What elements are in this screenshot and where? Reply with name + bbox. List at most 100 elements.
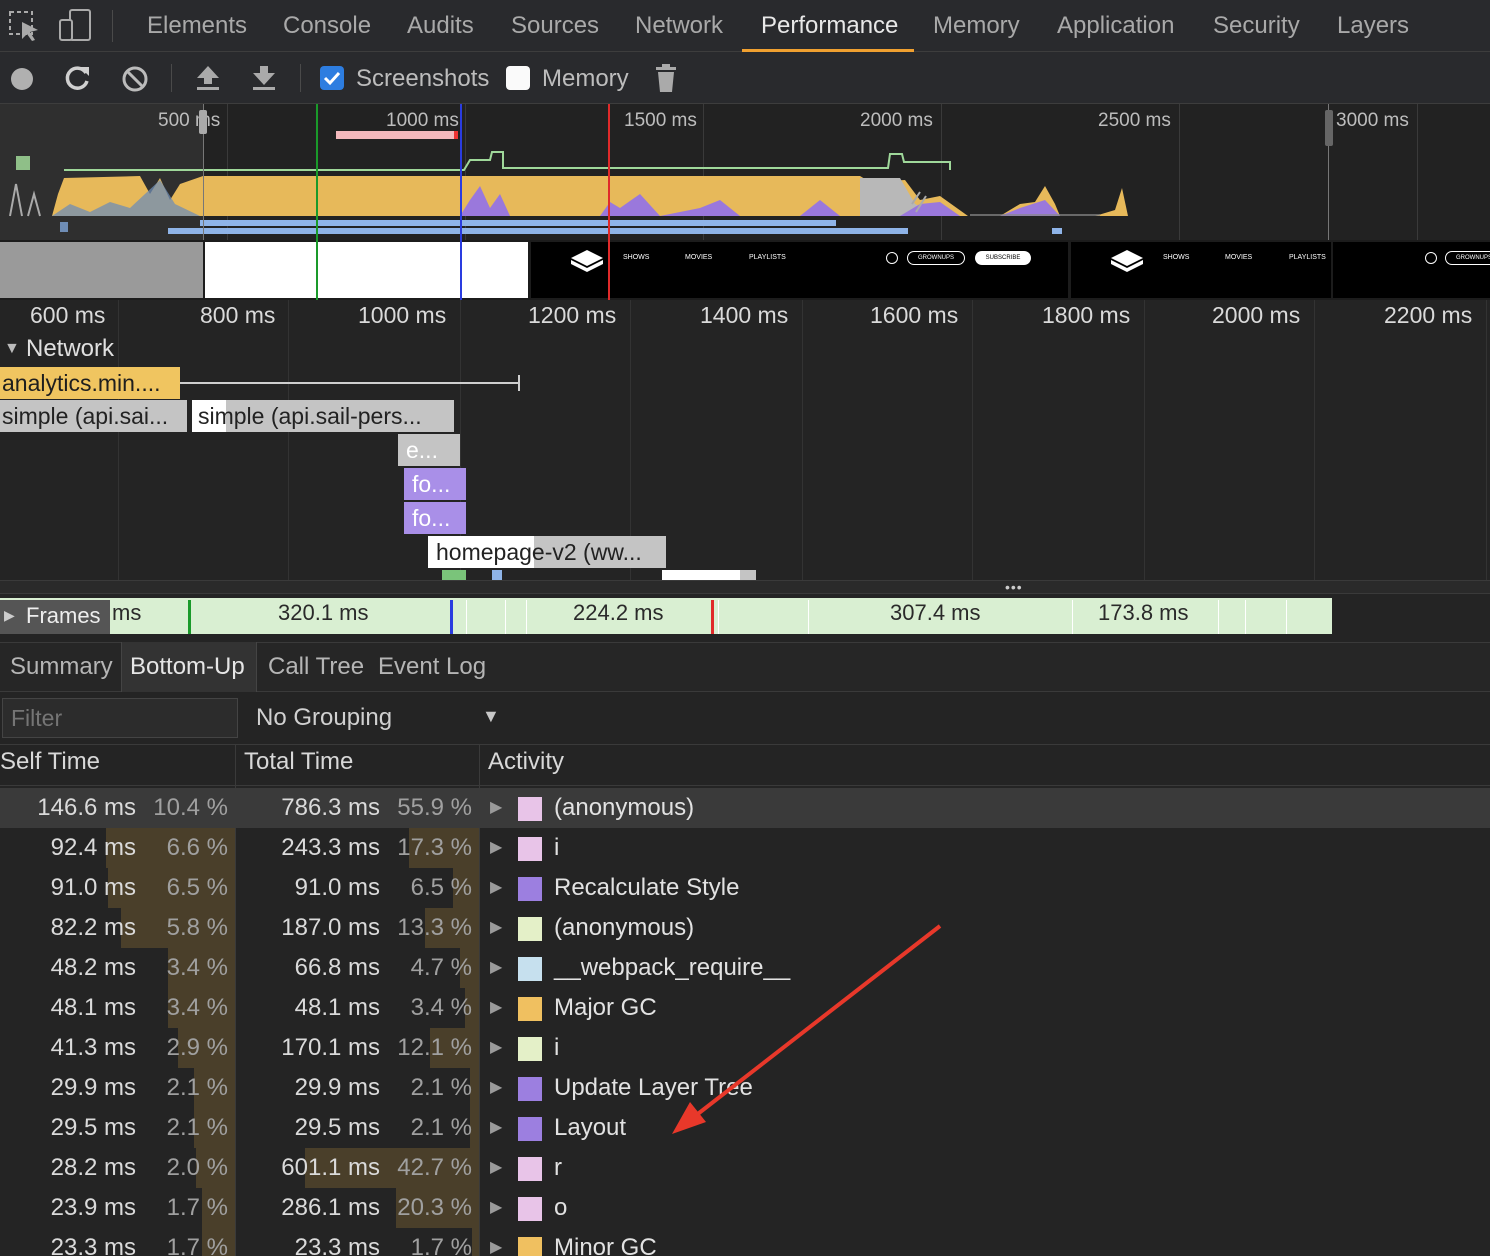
network-track-title[interactable]: Network (26, 335, 114, 363)
table-header-row (0, 744, 1490, 786)
network-request-bar[interactable] (442, 570, 466, 580)
frame-separator (808, 600, 809, 634)
expand-row-icon[interactable]: ▶ (490, 1108, 502, 1148)
network-request-bar[interactable]: analytics.min.... (0, 367, 180, 399)
frames-title-box[interactable]: ▶ Frames (0, 600, 110, 634)
tab-console[interactable]: Console (283, 0, 371, 52)
table-row[interactable]: 23.3 ms 1.7 % 23.3 ms 1.7 % ▶ Minor GC (0, 1228, 1490, 1256)
self-time-header[interactable]: Self Time (0, 748, 100, 776)
network-request-bar[interactable]: homepage-v2 (ww... (428, 536, 666, 568)
total-percent-value: 2.1 % (410, 1114, 472, 1141)
record-icon[interactable] (9, 66, 35, 92)
tab-memory[interactable]: Memory (933, 0, 1020, 52)
total-time-value: 601.1 ms (281, 1154, 380, 1181)
expand-row-icon[interactable]: ▶ (490, 948, 502, 988)
inspect-element-icon[interactable] (8, 10, 42, 42)
expand-row-icon[interactable]: ▶ (490, 868, 502, 908)
garbage-collect-icon[interactable] (654, 63, 678, 93)
network-request-bar[interactable]: simple (api.sail-pers... (192, 400, 454, 432)
table-row[interactable]: 91.0 ms 6.5 % 91.0 ms 6.5 % ▶ Recalculate Sty… (0, 868, 1490, 908)
expand-row-icon[interactable]: ▶ (490, 908, 502, 948)
expand-row-icon[interactable]: ▶ (490, 988, 502, 1028)
frame-separator (1286, 600, 1287, 634)
request-wait-line (180, 382, 518, 384)
total-time-value: 170.1 ms (281, 1034, 380, 1061)
timeline-overview[interactable]: 500 ms 1000 ms 1500 ms 2000 ms 2500 ms 3… (0, 104, 1490, 300)
self-percent-value: 2.0 % (166, 1154, 228, 1181)
chevron-down-icon[interactable]: ▼ (482, 706, 500, 727)
device-toolbar-icon[interactable] (58, 8, 94, 42)
site-logo-icon (571, 250, 603, 272)
network-request-bar[interactable] (662, 570, 756, 580)
tab-call-tree[interactable]: Call Tree (262, 642, 370, 692)
filmstrip-nav-movies: MOVIES (685, 254, 713, 261)
expand-row-icon[interactable]: ▶ (490, 1188, 502, 1228)
expand-row-icon[interactable]: ▶ (490, 1068, 502, 1108)
category-color-swatch (518, 1117, 542, 1141)
tab-event-log[interactable]: Event Log (372, 642, 492, 692)
self-percent-value: 3.4 % (166, 994, 228, 1021)
pane-resize-handle[interactable]: ••• (0, 579, 1490, 595)
tab-network[interactable]: Network (635, 0, 723, 52)
grid-line (288, 300, 289, 580)
toolbar-divider (171, 64, 172, 92)
selection-right-handle[interactable] (1325, 110, 1333, 146)
table-row[interactable]: 92.4 ms 6.6 % 243.3 ms 17.3 % ▶ i (0, 828, 1490, 868)
frame-separator (1218, 600, 1219, 634)
load-profile-icon[interactable] (194, 64, 222, 92)
clear-icon[interactable] (121, 65, 149, 93)
collapse-network-icon[interactable]: ▼ (4, 340, 20, 358)
table-row[interactable]: 146.6 ms 10.4 % 786.3 ms 55.9 % ▶ (anonymous) (0, 788, 1490, 828)
frame-separator (1072, 600, 1073, 634)
tab-performance[interactable]: Performance (742, 0, 914, 52)
tab-sources[interactable]: Sources (511, 0, 599, 52)
ruler-label: 600 ms (30, 302, 106, 328)
activity-name: i (554, 1034, 560, 1061)
load-event-marker (711, 600, 714, 634)
self-percent-value: 3.4 % (166, 954, 228, 981)
tab-layers[interactable]: Layers (1337, 0, 1409, 52)
self-time-value: 92.4 ms (50, 834, 136, 861)
network-request-bar[interactable]: fo... (404, 502, 466, 534)
screenshots-checkbox[interactable] (320, 66, 344, 90)
expand-row-icon[interactable]: ▶ (490, 788, 502, 828)
expand-row-icon[interactable]: ▶ (490, 1028, 502, 1068)
tab-elements[interactable]: Elements (147, 0, 247, 52)
total-time-header[interactable]: Total Time (244, 748, 353, 776)
network-request-bar[interactable]: fo... (404, 468, 466, 500)
memory-checkbox[interactable] (506, 66, 530, 90)
toolbar-divider (300, 64, 301, 92)
frame-separator (718, 600, 719, 634)
expand-row-icon[interactable]: ▶ (490, 1228, 502, 1256)
self-time-value: 28.2 ms (50, 1154, 136, 1181)
save-profile-icon[interactable] (250, 64, 278, 92)
tab-audits[interactable]: Audits (407, 0, 474, 52)
table-row[interactable]: 28.2 ms 2.0 % 601.1 ms 42.7 % ▶ r (0, 1148, 1490, 1188)
grouping-select[interactable]: No Grouping (256, 704, 392, 732)
total-percent-value: 20.3 % (397, 1194, 472, 1221)
selection-left-handle[interactable] (199, 110, 207, 134)
site-logo-icon (1111, 250, 1143, 272)
filter-input[interactable] (2, 698, 238, 738)
tab-summary[interactable]: Summary (4, 642, 119, 692)
request-wait-end (518, 375, 520, 391)
load-event-marker (608, 104, 610, 300)
self-percent-value: 1.7 % (166, 1194, 228, 1221)
tab-bottom-up[interactable]: Bottom-Up (121, 642, 257, 692)
frame-duration: 320.1 ms (278, 600, 369, 625)
reload-icon[interactable] (64, 64, 92, 92)
table-row[interactable]: 23.9 ms 1.7 % 286.1 ms 20.3 % ▶ o (0, 1188, 1490, 1228)
tab-security[interactable]: Security (1213, 0, 1300, 52)
network-request-bar[interactable]: e... (398, 434, 460, 466)
expand-row-icon[interactable]: ▶ (490, 828, 502, 868)
ruler-label: 1200 ms (528, 302, 617, 328)
tab-application[interactable]: Application (1057, 0, 1174, 52)
total-percent-value: 13.3 % (397, 914, 472, 941)
screenshot-filmstrip: SHOWS MOVIES PLAYLISTS GROWNUPS SUBSCRIB… (0, 240, 1490, 300)
network-request-bar[interactable]: simple (api.sai... (0, 400, 187, 432)
activity-header[interactable]: Activity (488, 748, 564, 776)
total-percent-value: 2.1 % (410, 1074, 472, 1101)
drag-dots-icon: ••• (1005, 579, 1023, 595)
network-request-bar[interactable] (492, 570, 502, 580)
expand-row-icon[interactable]: ▶ (490, 1148, 502, 1188)
